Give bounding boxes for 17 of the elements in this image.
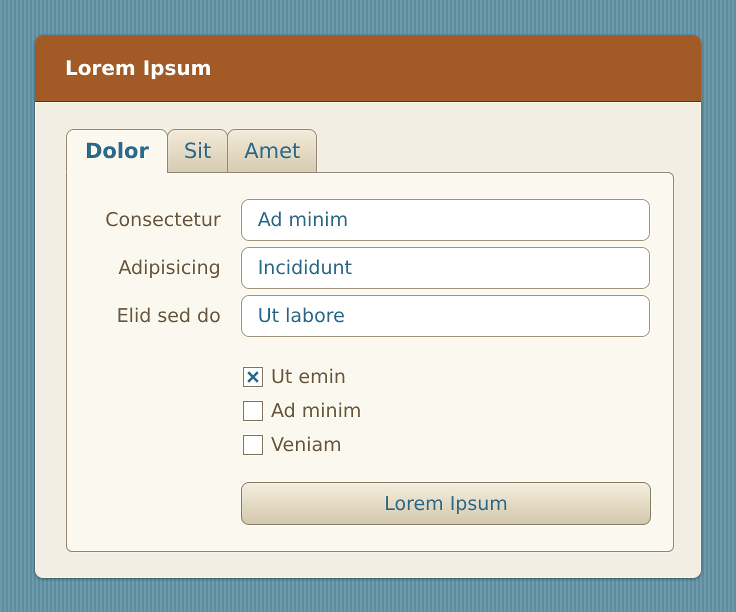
tab[interactable]: Dolor <box>66 129 168 173</box>
checkbox[interactable] <box>243 435 263 455</box>
input-field[interactable]: Ut labore <box>240 295 650 337</box>
field-label: Elid sed do <box>116 305 222 327</box>
checkbox-label: Veniam <box>271 434 342 456</box>
input-field[interactable]: Ad minim <box>240 199 650 241</box>
checkbox[interactable] <box>243 367 263 387</box>
checkbox[interactable] <box>243 401 263 421</box>
checkbox-label: Ut emin <box>271 366 346 388</box>
field-label: Adipisicing <box>117 257 222 279</box>
checkbox-label: Ad minim <box>271 400 362 422</box>
field-label: Consectetur <box>104 209 222 231</box>
tab[interactable]: Amet <box>227 129 318 173</box>
panel-title: Lorem Ipsum <box>65 56 212 80</box>
tab[interactable]: Sit <box>166 129 228 173</box>
input-field[interactable]: Incididunt <box>240 247 650 289</box>
submit-button[interactable]: Lorem Ipsum <box>241 482 651 525</box>
